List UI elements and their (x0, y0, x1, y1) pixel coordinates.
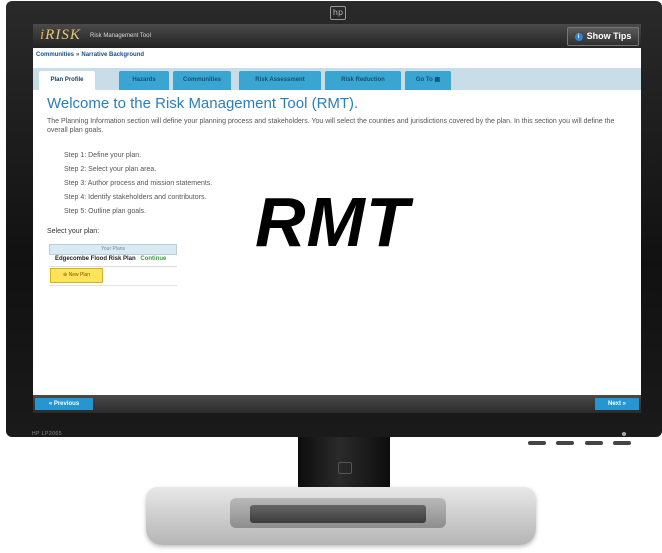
your-plans-header: Your Plans (49, 244, 177, 255)
power-led-icon (622, 432, 626, 436)
step-item: Step 4: Identify stakeholders and contri… (64, 194, 207, 201)
tab-communities[interactable]: Communities (173, 71, 231, 90)
tab-hazards[interactable]: Hazards (119, 71, 169, 90)
app-header: iRISK Risk Management Tool i Show Tips (33, 24, 641, 48)
page-title: Welcome to the Risk Management Tool (RMT… (47, 95, 359, 112)
show-tips-label: Show Tips (586, 31, 632, 41)
breadcrumb-item[interactable]: Narrative Background (81, 52, 144, 58)
neck-logo-icon (338, 462, 352, 474)
model-label: HP LP2065 (32, 431, 62, 437)
select-plan-label: Select your plan: (47, 228, 100, 235)
plan-continue-link[interactable]: Continue (140, 256, 166, 262)
app-subtitle: Risk Management Tool (90, 33, 151, 39)
breadcrumb-separator: » (76, 52, 80, 58)
hp-logo: hp (330, 6, 346, 20)
go-to-icon: ▦ (434, 77, 441, 83)
tab-plan-profile[interactable]: Plan Profile (39, 71, 95, 90)
footer-bar: « Previous Next » (33, 395, 641, 413)
previous-button[interactable]: « Previous (35, 398, 93, 410)
hardware-button (613, 441, 632, 445)
overlay-caption: RMT (255, 183, 410, 261)
plan-row: Edgecombe Flood Risk Plan Continue (55, 256, 166, 262)
tab-bar: Plan Profile Hazards Communities Risk As… (33, 68, 641, 90)
divider (49, 285, 177, 286)
monitor-hardware-buttons (528, 432, 637, 450)
new-plan-label: New Plan (68, 272, 90, 278)
show-tips-button[interactable]: i Show Tips (567, 27, 639, 46)
intro-text: The Planning Information section will de… (47, 118, 615, 134)
step-item: Step 1: Define your plan. (64, 152, 142, 159)
next-button[interactable]: Next » (595, 398, 639, 410)
tab-go-to-label: Go To (415, 77, 433, 83)
breadcrumb-item[interactable]: Communities (36, 52, 74, 58)
divider (49, 266, 177, 267)
plan-name: Edgecombe Flood Risk Plan (55, 256, 136, 262)
tab-go-to[interactable]: Go To ▦ (405, 71, 451, 90)
plus-icon: ⊕ (63, 272, 68, 278)
steps-list: Step 1: Define your plan. Step 2: Select… (64, 149, 212, 219)
hardware-button (528, 441, 546, 445)
breadcrumb: Communities» Narrative Background (36, 52, 144, 58)
step-item: Step 5: Outline plan goals. (64, 208, 147, 215)
tab-risk-assessment[interactable]: Risk Assessment (239, 71, 321, 90)
tab-risk-reduction[interactable]: Risk Reduction (325, 71, 401, 90)
step-item: Step 2: Select your plan area. (64, 166, 157, 173)
monitor-base-slot (250, 505, 426, 523)
hardware-button (556, 441, 575, 445)
info-icon: i (574, 32, 583, 41)
app-logo: iRISK (40, 27, 81, 43)
new-plan-button[interactable]: ⊕ New Plan (50, 268, 103, 283)
step-item: Step 3: Author process and mission state… (64, 180, 213, 187)
hardware-button (584, 441, 603, 445)
